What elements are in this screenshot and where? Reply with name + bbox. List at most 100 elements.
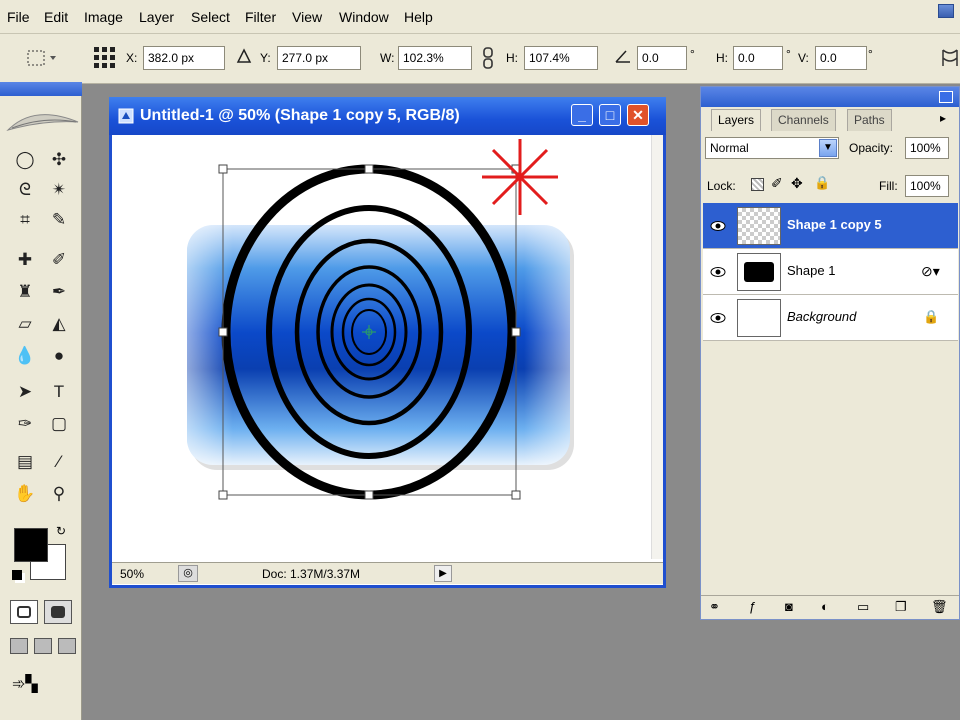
document-window: Untitled-1 @ 50% (Shape 1 copy 5, RGB/8)… <box>109 97 666 588</box>
eye-icon[interactable] <box>709 311 727 325</box>
full-screen-menu-mode-icon[interactable] <box>34 638 52 654</box>
hskew-field[interactable]: 0.0 <box>733 46 783 70</box>
dodge-tool-icon[interactable]: ● <box>44 342 74 370</box>
hand-tool-icon[interactable]: ✋ <box>10 480 40 508</box>
add-layer-style-icon[interactable]: ƒ <box>749 599 756 614</box>
layer-row[interactable]: Background 🔒 <box>703 295 958 341</box>
quick-mask-button[interactable] <box>44 600 72 624</box>
full-screen-mode-icon[interactable] <box>58 638 76 654</box>
history-brush-tool-icon[interactable]: ✒ <box>44 278 74 306</box>
vskew-label: V: <box>798 51 809 65</box>
new-layer-icon[interactable]: ❐ <box>895 599 907 615</box>
move-tool-preset-icon[interactable] <box>24 46 56 70</box>
warp-mode-icon[interactable] <box>940 46 960 70</box>
menu-filter[interactable]: Filter <box>245 9 276 25</box>
crop-tool-icon[interactable]: ⌗ <box>10 206 40 234</box>
panel-minimize-icon[interactable] <box>939 91 953 103</box>
lock-all-icon[interactable]: 🔒 <box>814 175 830 191</box>
tab-layers[interactable]: Layers <box>711 109 762 131</box>
marquee-tool-icon[interactable]: ◯ <box>10 146 40 174</box>
standard-screen-mode-icon[interactable] <box>10 638 28 654</box>
default-colors-icon[interactable] <box>12 570 22 580</box>
chevron-down-icon[interactable]: ▼ <box>819 139 837 157</box>
slice-tool-icon[interactable]: ✎ <box>44 206 74 234</box>
vskew-field[interactable]: 0.0 <box>815 46 867 70</box>
layer-name: Background <box>787 309 857 324</box>
blur-tool-icon[interactable]: 💧 <box>10 342 40 370</box>
eyedropper-tool-icon[interactable]: ⁄ <box>44 448 74 476</box>
pen-tool-icon[interactable]: ✑ <box>10 410 40 438</box>
quick-mask-icon <box>51 606 65 618</box>
layers-panel-titlebar[interactable] <box>701 87 959 107</box>
layer-row[interactable]: Shape 1 ⊘▾ <box>703 249 958 295</box>
panel-menu-icon[interactable]: ▸ <box>940 111 946 125</box>
adjustment-layer-icon[interactable]: ◐ <box>821 599 829 614</box>
y-field[interactable]: 277.0 px <box>277 46 361 70</box>
lasso-tool-icon[interactable]: ᘓ <box>10 176 40 204</box>
width-field[interactable]: 102.3% <box>398 46 472 70</box>
menu-view[interactable]: View <box>292 9 322 25</box>
notes-tool-icon[interactable]: ▤ <box>10 448 40 476</box>
layer-row[interactable]: Shape 1 copy 5 <box>703 203 958 249</box>
tab-channels[interactable]: Channels <box>771 109 836 131</box>
paint-bucket-tool-icon[interactable]: ◭ <box>44 310 74 338</box>
reference-point-icon[interactable] <box>92 45 118 71</box>
eye-icon[interactable] <box>709 219 727 233</box>
swap-colors-icon[interactable]: ↻ <box>56 524 66 538</box>
healing-brush-tool-icon[interactable]: ✚ <box>10 246 40 274</box>
add-mask-icon[interactable]: ◙ <box>785 599 793 614</box>
x-field[interactable]: 382.0 px <box>143 46 225 70</box>
minimize-button[interactable]: _ <box>571 104 593 126</box>
jump-to-imageready-icon[interactable]: ➾▚ <box>12 674 68 698</box>
toolbox-titlebar[interactable] <box>0 82 82 96</box>
new-group-icon[interactable]: ▭ <box>857 599 869 615</box>
lock-position-icon[interactable]: ✥ <box>791 175 803 192</box>
zoom-tool-icon[interactable]: ⚲ <box>44 480 74 508</box>
maximize-button[interactable]: □ <box>599 104 621 126</box>
link-layers-icon[interactable]: ⚭ <box>709 599 720 615</box>
move-tool-icon[interactable]: ✣ <box>44 146 74 174</box>
lock-image-icon[interactable]: ✐ <box>771 175 783 192</box>
menu-select[interactable]: Select <box>191 9 230 25</box>
foreground-color-swatch[interactable] <box>14 528 48 562</box>
eye-icon[interactable] <box>709 265 727 279</box>
menu-edit[interactable]: Edit <box>44 9 68 25</box>
status-arrow-icon[interactable]: ▶ <box>434 565 452 582</box>
delete-layer-icon[interactable]: 🗑 <box>931 599 948 615</box>
menu-file[interactable]: File <box>7 9 30 25</box>
menu-window[interactable]: Window <box>339 9 389 25</box>
menu-layer[interactable]: Layer <box>139 9 174 25</box>
zoom-level[interactable]: 50% <box>120 567 144 581</box>
lock-transparent-icon[interactable] <box>751 178 764 191</box>
height-label: H: <box>506 51 518 65</box>
toolbox-panel: ◯ ✣ ᘓ ✴ ⌗ ✎ ✚ ✐ ♜ ✒ ▱ ◭ 💧 ● ➤ T ✑ ▢ ▤ ⁄ … <box>0 82 82 720</box>
standard-mode-button[interactable] <box>10 600 38 624</box>
relative-position-icon[interactable] <box>236 48 252 64</box>
fill-field[interactable]: 100% <box>905 175 949 197</box>
clone-stamp-tool-icon[interactable]: ♜ <box>10 278 40 306</box>
rectangle-shape-tool-icon[interactable]: ▢ <box>44 410 74 438</box>
vertical-scrollbar[interactable] <box>651 135 663 559</box>
height-field[interactable]: 107.4% <box>524 46 598 70</box>
document-titlebar[interactable]: Untitled-1 @ 50% (Shape 1 copy 5, RGB/8)… <box>109 97 666 135</box>
close-button[interactable]: ✕ <box>627 104 649 126</box>
canvas[interactable] <box>112 135 651 559</box>
menu-image[interactable]: Image <box>84 9 123 25</box>
window-logo-icon <box>938 4 954 18</box>
magic-wand-tool-icon[interactable]: ✴ <box>44 176 74 204</box>
status-menu-icon[interactable]: ◎ <box>178 565 198 582</box>
menu-help[interactable]: Help <box>404 9 433 25</box>
type-tool-icon[interactable]: T <box>44 378 74 406</box>
eraser-tool-icon[interactable]: ▱ <box>10 310 40 338</box>
degree-symbol-v: ° <box>868 47 873 61</box>
brush-tool-icon[interactable]: ✐ <box>44 246 74 274</box>
layer-thumbnail <box>737 207 781 245</box>
feather-logo-icon <box>6 114 79 131</box>
path-selection-tool-icon[interactable]: ➤ <box>10 378 40 406</box>
link-icon[interactable] <box>482 46 494 70</box>
opacity-field[interactable]: 100% <box>905 137 949 159</box>
opacity-label: Opacity: <box>849 141 894 155</box>
layer-style-icon[interactable]: ⊘▾ <box>921 263 940 280</box>
rotate-field[interactable]: 0.0 <box>637 46 687 70</box>
tab-paths[interactable]: Paths <box>847 109 892 131</box>
